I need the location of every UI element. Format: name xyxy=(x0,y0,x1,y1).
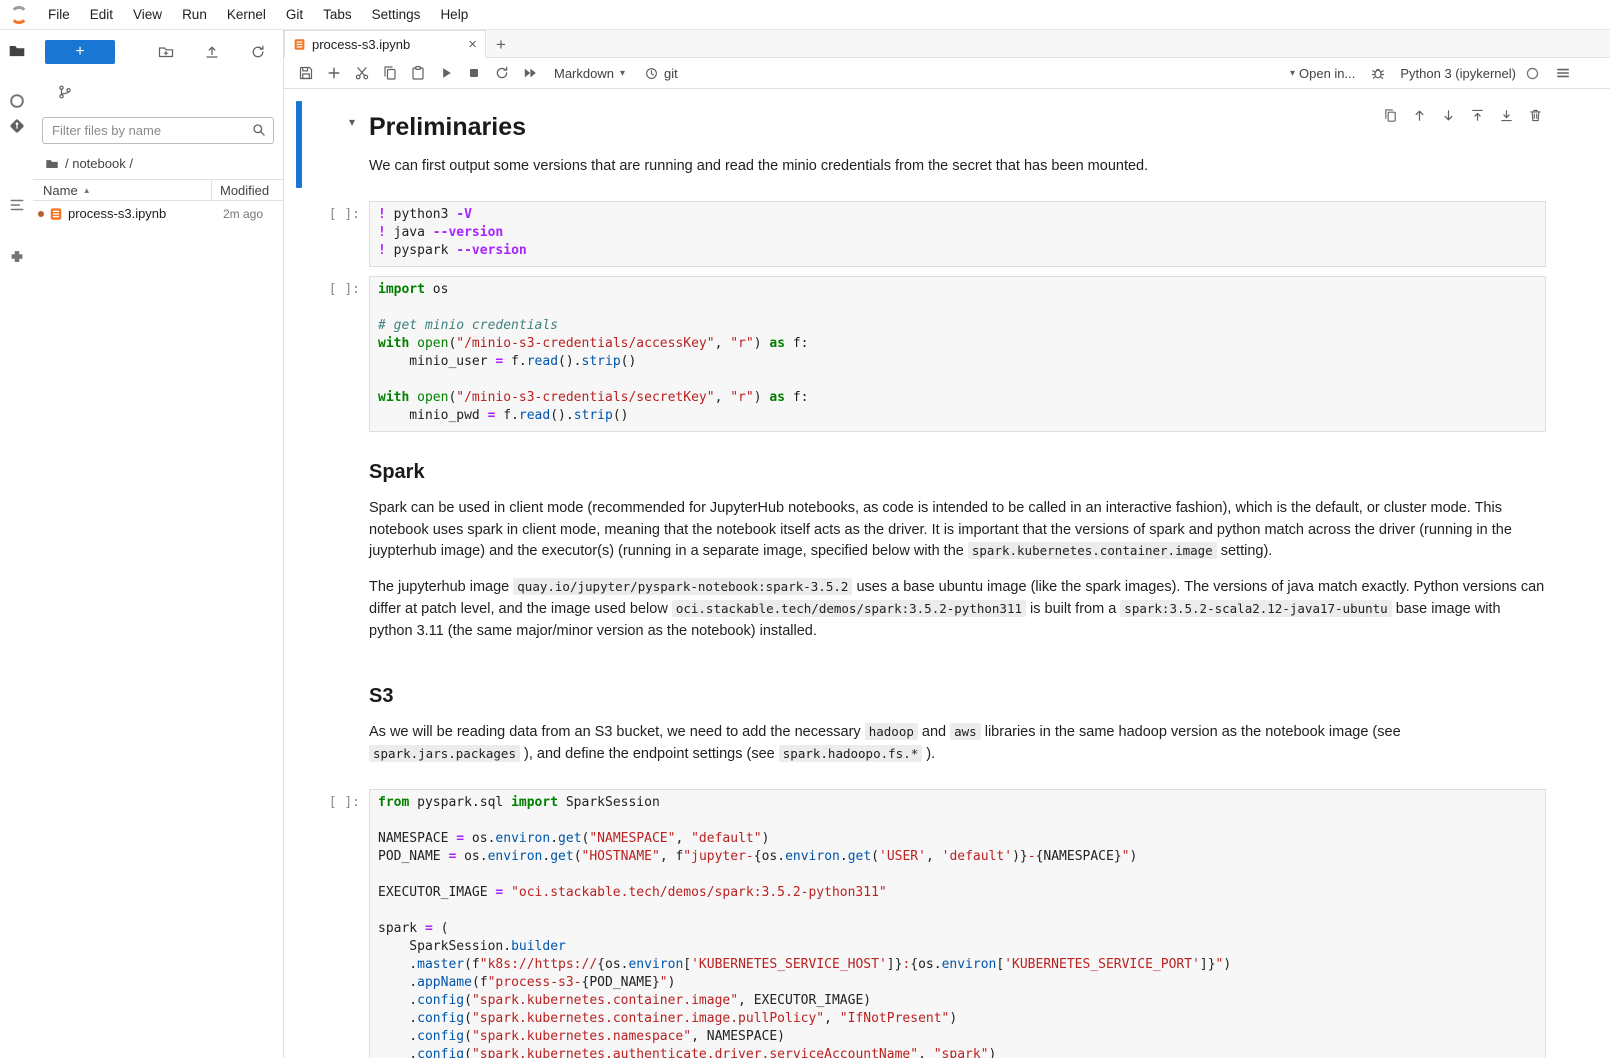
sidebar-tab-extensions[interactable] xyxy=(8,248,26,266)
activity-bar xyxy=(0,30,33,1058)
heading-collapse-icon[interactable]: ▾ xyxy=(349,115,355,129)
sort-ascending-icon: ▲ xyxy=(83,186,91,195)
menu-kernel[interactable]: Kernel xyxy=(217,0,276,29)
save-button[interactable] xyxy=(292,61,319,85)
tab-label: process-s3.ipynb xyxy=(312,37,410,52)
jupyter-logo-icon xyxy=(10,6,28,24)
file-name: process-s3.ipynb xyxy=(68,206,166,221)
search-icon xyxy=(251,122,267,138)
md-paragraph: Spark can be used in client mode (recomm… xyxy=(369,498,1546,563)
kernel-status-icon xyxy=(1525,66,1540,81)
md-heading-preliminaries: Preliminaries xyxy=(369,113,1546,142)
interrupt-kernel-button[interactable] xyxy=(460,61,487,85)
close-icon[interactable]: × xyxy=(468,36,477,53)
menu-tabs[interactable]: Tabs xyxy=(313,0,362,29)
git-toolbar-button[interactable]: git xyxy=(636,66,686,81)
code-cell-spark-session[interactable]: [ ]: from pyspark.sql import SparkSessio… xyxy=(284,789,1610,1058)
markdown-cell-spark[interactable]: Spark Spark can be used in client mode (… xyxy=(284,441,1610,657)
code-editor[interactable]: ! python3 -V! java --version! pyspark --… xyxy=(369,201,1546,267)
copy-cells-button[interactable] xyxy=(376,61,403,85)
column-header-modified[interactable]: Modified xyxy=(211,180,283,200)
code-editor[interactable]: from pyspark.sql import SparkSessionNAME… xyxy=(369,789,1546,1058)
name-column-label: Name xyxy=(43,183,78,198)
upload-button[interactable] xyxy=(199,40,225,64)
markdown-cell-s3[interactable]: S3 As we will be reading data from an S3… xyxy=(284,665,1610,780)
sidebar-tab-file-browser[interactable] xyxy=(8,42,26,60)
open-in-label: Open in... xyxy=(1299,66,1355,81)
code-editor[interactable]: import os# get minio credentialswith ope… xyxy=(369,276,1546,432)
breadcrumb-path: / notebook / xyxy=(65,156,133,171)
restart-run-all-button[interactable] xyxy=(516,61,543,85)
menu-file[interactable]: File xyxy=(38,0,80,29)
file-row[interactable]: process-s3.ipynb 2m ago xyxy=(33,201,283,226)
file-modified: 2m ago xyxy=(223,207,283,221)
cell-type-value: Markdown xyxy=(554,66,614,81)
chevron-down-icon: ▾ xyxy=(620,68,625,79)
tab-bar: process-s3.ipynb × + xyxy=(284,30,1610,58)
chevron-down-icon: ▾ xyxy=(1290,68,1295,79)
file-browser-panel: + xyxy=(33,30,284,1058)
column-header-name[interactable]: Name ▲ xyxy=(33,180,211,200)
kernel-name-button[interactable]: Python 3 (ipykernel) xyxy=(1400,66,1516,81)
breadcrumb[interactable]: / notebook / xyxy=(33,144,283,179)
menu-settings[interactable]: Settings xyxy=(362,0,431,29)
insert-cell-below-button[interactable] xyxy=(1495,105,1517,125)
cut-cells-button[interactable] xyxy=(348,61,375,85)
history-clock-icon xyxy=(644,66,659,81)
menu-bar: File Edit View Run Kernel Git Tabs Setti… xyxy=(0,0,1610,30)
plus-icon: + xyxy=(75,43,84,60)
md-heading-s3: S3 xyxy=(369,685,1546,708)
md-paragraph: The jupyterhub image quay.io/jupyter/pys… xyxy=(369,577,1546,642)
jupyterlab-app: File Edit View Run Kernel Git Tabs Setti… xyxy=(0,0,1610,1058)
notebook-file-icon xyxy=(293,38,306,51)
git-toolbar-row xyxy=(33,64,283,100)
sidebar-tab-git[interactable] xyxy=(8,117,26,135)
menu-edit[interactable]: Edit xyxy=(80,0,123,29)
menu-view[interactable]: View xyxy=(123,0,172,29)
execution-prompt: [ ]: xyxy=(284,276,369,297)
refresh-button[interactable] xyxy=(245,40,271,64)
md-paragraph: As we will be reading data from an S3 bu… xyxy=(369,722,1546,766)
md-paragraph: We can first output some versions that a… xyxy=(369,156,1546,178)
new-folder-button[interactable] xyxy=(153,40,179,64)
markdown-cell-preliminaries[interactable]: ▾ Preliminaries We can first output some… xyxy=(284,101,1610,192)
cell-toolbar xyxy=(1379,105,1546,125)
md-heading-spark: Spark xyxy=(369,461,1546,484)
file-status-dot xyxy=(38,211,44,217)
toolbar-overflow-menu-icon[interactable] xyxy=(1549,61,1576,85)
insert-cell-button[interactable] xyxy=(320,61,347,85)
git-branch-icon[interactable] xyxy=(57,84,283,100)
insert-cell-above-button[interactable] xyxy=(1466,105,1488,125)
run-cell-button[interactable] xyxy=(432,61,459,85)
move-cell-down-button[interactable] xyxy=(1437,105,1459,125)
git-label: git xyxy=(664,66,678,81)
paste-cells-button[interactable] xyxy=(404,61,431,85)
notebook-area[interactable]: ▾ Preliminaries We can first output some… xyxy=(284,89,1610,1058)
execution-prompt: [ ]: xyxy=(284,789,369,810)
tab-process-s3[interactable]: process-s3.ipynb × xyxy=(284,30,486,58)
code-cell-versions[interactable]: [ ]: ! python3 -V! java --version! pyspa… xyxy=(284,201,1610,267)
sidebar-tab-table-of-contents[interactable] xyxy=(8,196,26,214)
file-list-header: Name ▲ Modified xyxy=(33,179,283,201)
sidebar-tab-running-sessions[interactable] xyxy=(8,92,26,110)
debugger-bug-icon[interactable] xyxy=(1364,61,1391,85)
notebook-toolbar: Markdown ▾ git ▾ Open in... xyxy=(284,58,1610,89)
filter-files-input[interactable] xyxy=(42,117,274,144)
new-launcher-button[interactable]: + xyxy=(45,40,115,64)
duplicate-cell-button[interactable] xyxy=(1379,105,1401,125)
file-browser-toolbar: + xyxy=(33,30,283,64)
code-cell-credentials[interactable]: [ ]: import os# get minio credentialswit… xyxy=(284,276,1610,432)
cell-type-dropdown[interactable]: Markdown ▾ xyxy=(544,66,635,81)
new-tab-button[interactable]: + xyxy=(486,32,516,57)
menu-help[interactable]: Help xyxy=(430,0,478,29)
execution-prompt: [ ]: xyxy=(284,201,369,222)
menu-run[interactable]: Run xyxy=(172,0,217,29)
move-cell-up-button[interactable] xyxy=(1408,105,1430,125)
menu-git[interactable]: Git xyxy=(276,0,313,29)
home-folder-icon[interactable] xyxy=(45,157,59,171)
restart-kernel-button[interactable] xyxy=(488,61,515,85)
open-in-dropdown[interactable]: ▾ Open in... xyxy=(1290,66,1355,81)
delete-cell-button[interactable] xyxy=(1524,105,1546,125)
notebook-file-icon xyxy=(49,207,63,221)
